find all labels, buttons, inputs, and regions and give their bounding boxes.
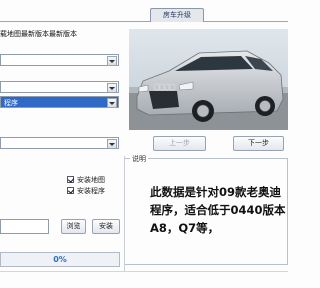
install-map-label: 安装地图 (77, 176, 105, 184)
check-mark-icon (67, 176, 75, 183)
description-label: 说明 (130, 154, 148, 164)
browse-button[interactable]: 浏览 (61, 219, 86, 234)
combo-3[interactable]: 程序 (0, 96, 119, 108)
car-illustration (129, 29, 288, 130)
install-button[interactable]: 安装 (92, 219, 120, 234)
chevron-down-icon[interactable] (107, 139, 117, 149)
header-text: 载地图最新版本最新版本 (0, 30, 77, 38)
progress-percent: 0% (53, 255, 67, 264)
bottom-divider (0, 271, 288, 272)
chevron-down-icon[interactable] (107, 56, 117, 66)
combo-2[interactable] (0, 81, 119, 93)
install-program-label: 安装程序 (77, 187, 105, 195)
check-mark-icon (67, 187, 75, 194)
combo-1[interactable] (0, 54, 119, 66)
progress-bar: 0% (0, 252, 120, 267)
install-map-checkbox[interactable] (67, 176, 75, 183)
chevron-down-icon[interactable] (107, 98, 117, 108)
prev-button[interactable]: 上一步 (153, 136, 206, 151)
description-text: 此数据是针对09款老奥迪 程序，适合低于0440版本 A8，Q7等， (150, 185, 286, 235)
chevron-down-icon[interactable] (107, 83, 117, 93)
tab-car-upgrade[interactable]: 房车升级 (150, 8, 204, 22)
combo-4[interactable] (0, 137, 119, 149)
path-input[interactable] (0, 219, 49, 234)
car-preview-image (129, 29, 288, 130)
install-program-checkbox[interactable] (67, 187, 75, 194)
tab-strip-line (0, 21, 288, 22)
divider (124, 156, 125, 271)
next-button[interactable]: 下一步 (233, 136, 284, 151)
combo-3-value: 程序 (4, 99, 18, 107)
